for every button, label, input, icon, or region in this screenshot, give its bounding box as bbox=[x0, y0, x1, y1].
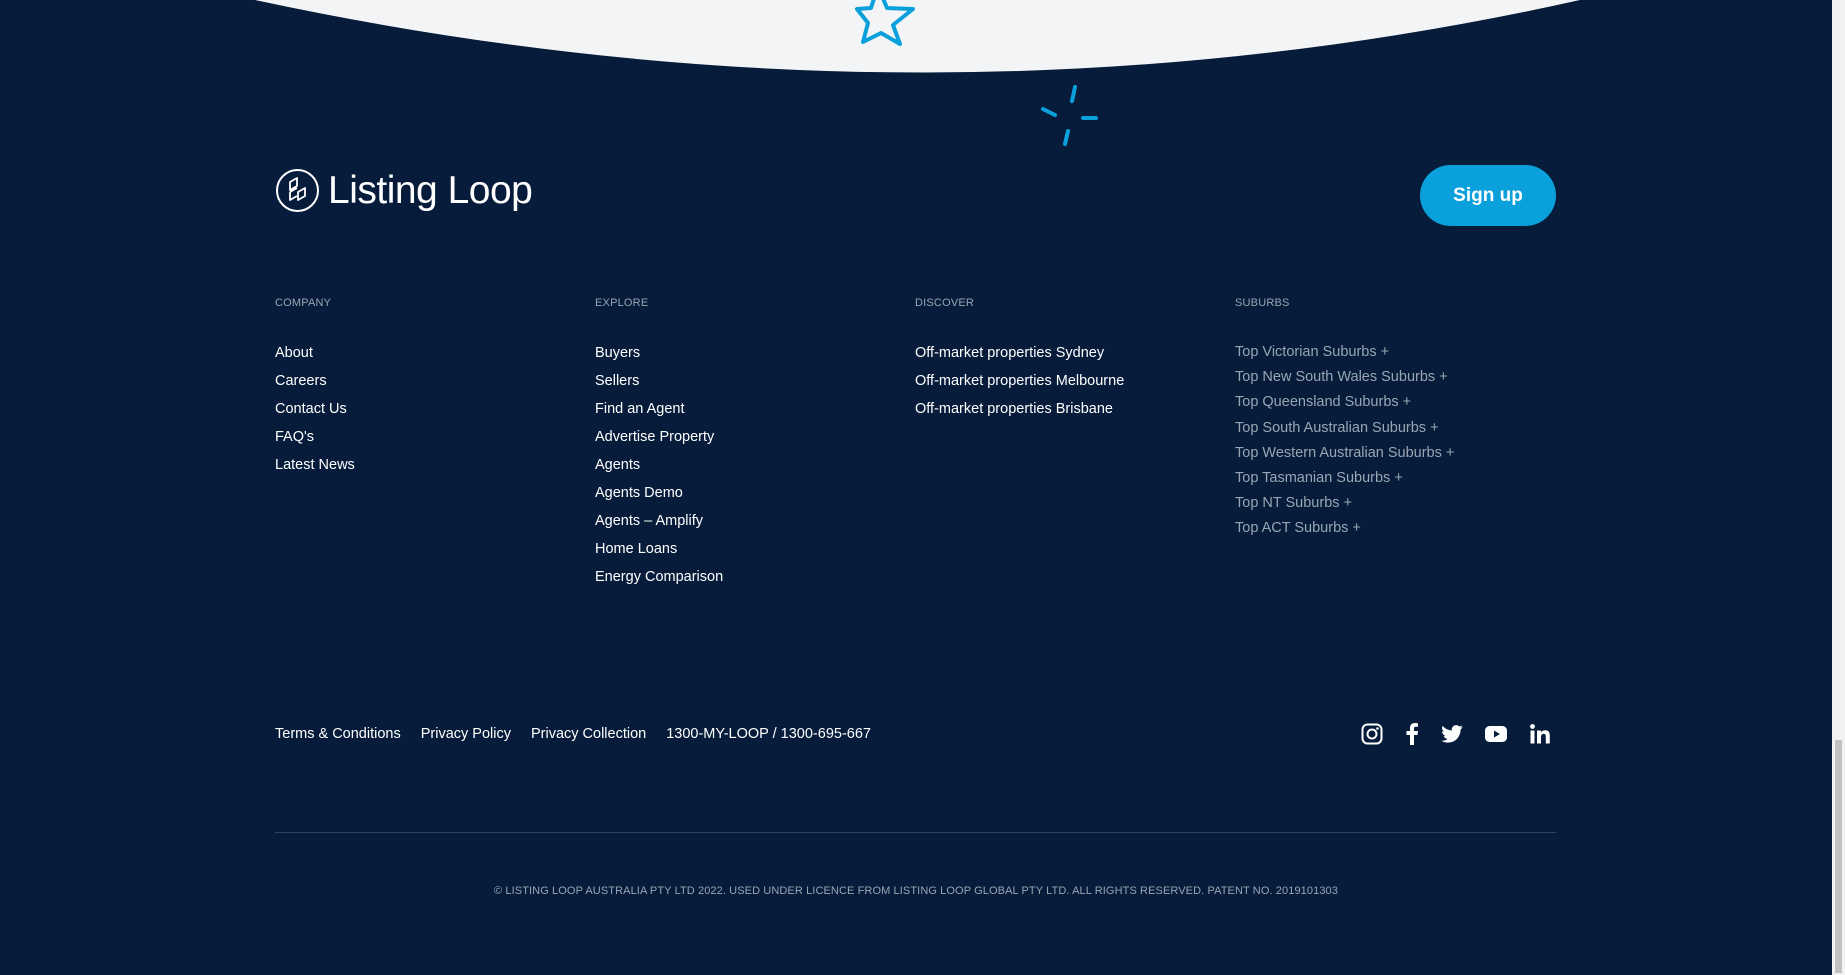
scrollbar-thumb[interactable] bbox=[1835, 740, 1842, 973]
suburbs-toggle-nsw[interactable]: Top New South Wales Suburbs + bbox=[1235, 367, 1454, 392]
facebook-icon[interactable] bbox=[1400, 722, 1424, 746]
column-heading: SUBURBS bbox=[1235, 297, 1290, 309]
footer-link-contact-us[interactable]: Contact Us bbox=[275, 399, 355, 427]
youtube-icon[interactable] bbox=[1484, 722, 1508, 746]
suburbs-toggle-queensland[interactable]: Top Queensland Suburbs + bbox=[1235, 392, 1454, 417]
footer-link-about[interactable]: About bbox=[275, 343, 355, 371]
sparkle-icon bbox=[1041, 85, 1098, 146]
suburbs-toggle-western-australia[interactable]: Top Western Australian Suburbs + bbox=[1235, 443, 1454, 468]
footer-link-home-loans[interactable]: Home Loans bbox=[595, 539, 723, 567]
footer-link-agents-amplify[interactable]: Agents – Amplify bbox=[595, 511, 723, 539]
signup-button[interactable]: Sign up bbox=[1420, 165, 1556, 226]
footer-link-brisbane[interactable]: Off-market properties Brisbane bbox=[915, 399, 1124, 427]
privacy-collection-link[interactable]: Privacy Collection bbox=[531, 726, 646, 742]
legal-links: Terms & Conditions Privacy Policy Privac… bbox=[275, 726, 871, 742]
footer-link-energy-comparison[interactable]: Energy Comparison bbox=[595, 567, 723, 595]
footer-link-melbourne[interactable]: Off-market properties Melbourne bbox=[915, 371, 1124, 399]
suburbs-toggle-act[interactable]: Top ACT Suburbs + bbox=[1235, 518, 1454, 543]
explore-column: EXPLORE Buyers Sellers Find an Agent Adv… bbox=[595, 297, 723, 595]
discover-column: DISCOVER Off-market properties Sydney Of… bbox=[915, 297, 1124, 427]
suburbs-toggle-nt[interactable]: Top NT Suburbs + bbox=[1235, 493, 1454, 518]
footer-link-careers[interactable]: Careers bbox=[275, 371, 355, 399]
brand-name: Listing Loop bbox=[328, 168, 533, 212]
hero-curve-decoration bbox=[255, 0, 1580, 146]
footer-link-agents[interactable]: Agents bbox=[595, 455, 723, 483]
footer-link-agents-demo[interactable]: Agents Demo bbox=[595, 483, 723, 511]
footer-link-sellers[interactable]: Sellers bbox=[595, 371, 723, 399]
phone-link[interactable]: 1300-MY-LOOP / 1300-695-667 bbox=[666, 726, 871, 742]
column-heading: COMPANY bbox=[275, 297, 332, 309]
footer-link-advertise-property[interactable]: Advertise Property bbox=[595, 427, 723, 455]
twitter-icon[interactable] bbox=[1440, 722, 1464, 746]
terms-link[interactable]: Terms & Conditions bbox=[275, 726, 401, 742]
copyright-text: © LISTING LOOP AUSTRALIA PTY LTD 2022. U… bbox=[494, 885, 1338, 897]
suburbs-column: SUBURBS Top Victorian Suburbs + Top New … bbox=[1235, 297, 1454, 544]
footer-link-sydney[interactable]: Off-market properties Sydney bbox=[915, 343, 1124, 371]
page-scrollbar[interactable] bbox=[1832, 0, 1845, 975]
social-links bbox=[1360, 722, 1552, 746]
column-heading: EXPLORE bbox=[595, 297, 649, 309]
privacy-policy-link[interactable]: Privacy Policy bbox=[421, 726, 511, 742]
footer-link-buyers[interactable]: Buyers bbox=[595, 343, 723, 371]
footer-link-latest-news[interactable]: Latest News bbox=[275, 455, 355, 483]
listing-loop-logo-icon bbox=[276, 169, 319, 212]
column-heading: DISCOVER bbox=[915, 297, 975, 309]
footer-page: Listing Loop Sign up COMPANY About Caree… bbox=[0, 0, 1832, 975]
footer-divider bbox=[275, 832, 1556, 833]
company-column: COMPANY About Careers Contact Us FAQ's L… bbox=[275, 297, 355, 483]
suburbs-toggle-victoria[interactable]: Top Victorian Suburbs + bbox=[1235, 342, 1454, 367]
instagram-icon[interactable] bbox=[1360, 722, 1384, 746]
linkedin-icon[interactable] bbox=[1528, 722, 1552, 746]
suburbs-toggle-south-australia[interactable]: Top South Australian Suburbs + bbox=[1235, 418, 1454, 443]
footer-link-faqs[interactable]: FAQ's bbox=[275, 427, 355, 455]
suburbs-toggle-tasmania[interactable]: Top Tasmanian Suburbs + bbox=[1235, 468, 1454, 493]
footer-link-find-an-agent[interactable]: Find an Agent bbox=[595, 399, 723, 427]
brand-logo[interactable]: Listing Loop bbox=[275, 168, 533, 213]
